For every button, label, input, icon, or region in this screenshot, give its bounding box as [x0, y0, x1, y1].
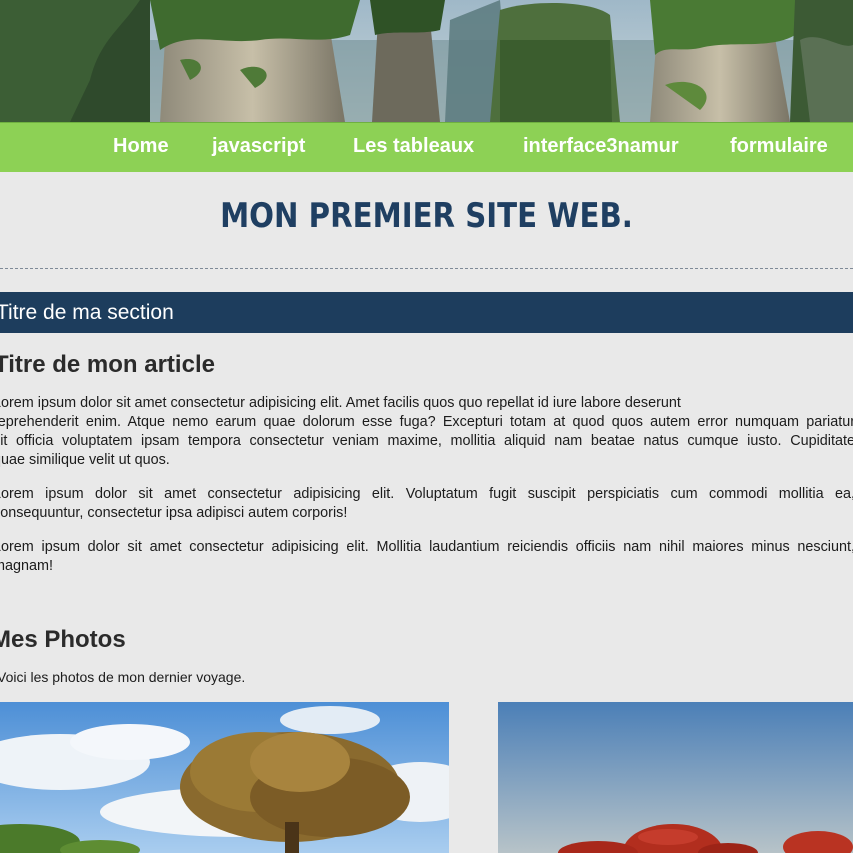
- paragraph-line: Lorem ipsum dolor sit amet consectetur a…: [0, 486, 853, 502]
- tree-on-hill-photo: [0, 702, 449, 853]
- paragraph-line: reprehenderit enim. Atque nemo earum qua…: [0, 414, 853, 430]
- site-title: MON PREMIER SITE WEB.: [220, 196, 633, 236]
- dashed-separator: [0, 268, 853, 269]
- paragraph-line: magnam!: [0, 558, 53, 574]
- paragraph-line: sit officia voluptatem ipsam tempora con…: [0, 433, 853, 449]
- red-rocks-photo: [498, 702, 853, 853]
- article-paragraph-1: Lorem ipsum dolor sit amet consectetur a…: [0, 394, 853, 470]
- article-title: Titre de mon article: [0, 351, 215, 378]
- section-title: Titre de ma section: [0, 301, 174, 324]
- paragraph-line: quae similique velit ut quos.: [0, 452, 170, 468]
- photos-caption: Voici les photos de mon dernier voyage.: [0, 669, 246, 685]
- nav-link-home[interactable]: Home: [113, 135, 169, 158]
- paragraph-line: Lorem ipsum dolor sit amet consectetur a…: [0, 539, 853, 555]
- nav-link-interface3namur[interactable]: interface3namur: [523, 135, 679, 158]
- article-paragraph-2: Lorem ipsum dolor sit amet consectetur a…: [0, 485, 853, 523]
- photos-title: Mes Photos: [0, 626, 126, 653]
- paragraph-line: consequuntur, consectetur ipsa adipisci …: [0, 505, 348, 521]
- nav-link-formulaire[interactable]: formulaire: [730, 135, 828, 158]
- main-nav: Home javascript Les tableaux interface3n…: [0, 122, 853, 172]
- nav-link-les-tableaux[interactable]: Les tableaux: [353, 135, 474, 158]
- header-banner-image: [0, 0, 853, 122]
- nav-link-javascript[interactable]: javascript: [212, 135, 305, 158]
- section-header-bar: Titre de ma section: [0, 292, 853, 333]
- paragraph-line: Lorem ipsum dolor sit amet consectetur a…: [0, 395, 681, 411]
- article-paragraph-3: Lorem ipsum dolor sit amet consectetur a…: [0, 538, 853, 576]
